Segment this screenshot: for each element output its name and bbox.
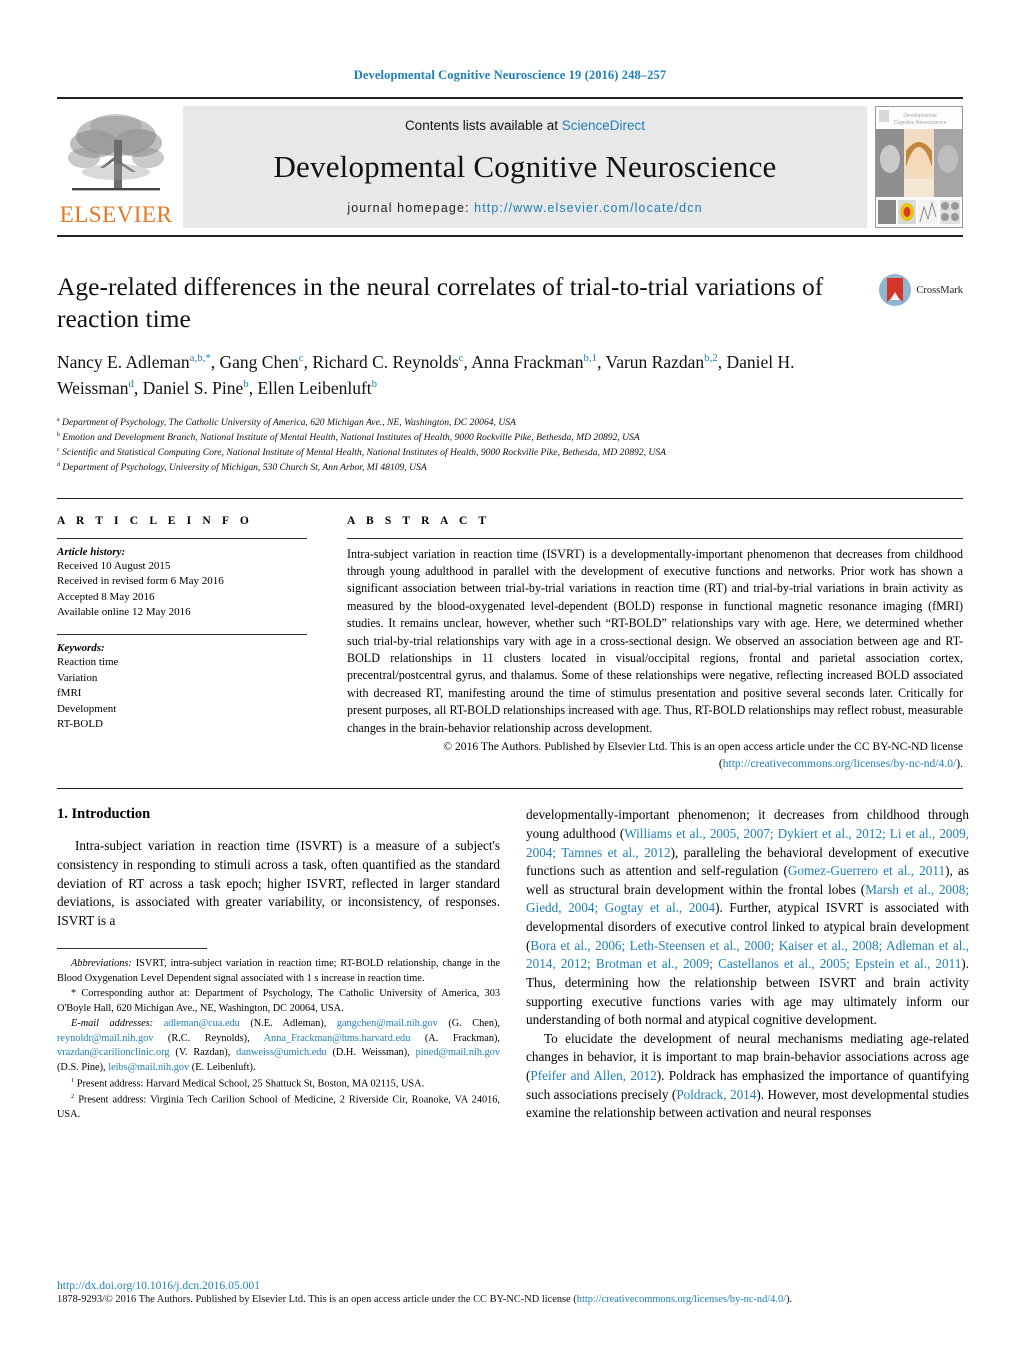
email-link[interactable]: leibs@mail.nih.gov (108, 1062, 189, 1073)
abstract-copyright: © 2016 The Authors. Published by Elsevie… (347, 739, 963, 772)
keyword-item: Development (57, 702, 117, 715)
running-head: Developmental Cognitive Neuroscience 19 … (353, 68, 667, 82)
footnote-emails: E-mail addresses: adleman@cua.edu (N.E. … (57, 1017, 500, 1076)
email-owner: (E. Leibenluft). (189, 1062, 256, 1074)
article-info-heading: A R T I C L E I N F O (57, 514, 253, 527)
abbreviations-label: Abbreviations: (71, 958, 132, 970)
email-owner: (N.E. Adleman), (239, 1017, 337, 1029)
present-address-2-text: Present address: Virginia Tech Carilion … (57, 1094, 500, 1121)
affiliation-b: b Emotion and Development Branch, Nation… (57, 431, 640, 444)
footer-license-link[interactable]: http://creativecommons.org/licenses/by-n… (577, 1294, 786, 1305)
journal-banner: ELSEVIER Contents lists available at Sci… (57, 97, 963, 237)
cover-artwork-icon: Developmental Cognitive Neuroscience (876, 107, 962, 227)
email-owner: (G. Chen), (437, 1017, 501, 1029)
email-link[interactable]: vrazdan@carilionclinic.org (57, 1047, 170, 1058)
abstract-license-link[interactable]: http://creativecommons.org/licenses/by-n… (723, 757, 957, 770)
email-link[interactable]: Anna_Frackman@hms.harvard.edu (264, 1033, 411, 1044)
footnote-abbreviations: Abbreviations: ISVRT, intra-subject vari… (57, 957, 500, 987)
email-link[interactable]: reynoldr@mail.nih.gov (57, 1033, 153, 1044)
doi-link[interactable]: http://dx.doi.org/10.1016/j.dcn.2016.05.… (57, 1279, 963, 1292)
title-block: Age-related differences in the neural co… (57, 271, 963, 476)
affiliation-d: d Department of Psychology, University o… (57, 462, 427, 474)
abstract-heading: A B S T R A C T (347, 514, 491, 527)
article-info-rule (57, 537, 307, 539)
keyword-item: Reaction time (57, 656, 119, 669)
abstract-body: Intra-subject variation in reaction time… (347, 546, 963, 735)
email-owner: (A. Frackman), (410, 1032, 501, 1044)
article-info-column: A R T I C L E I N F O Article history: R… (57, 515, 307, 773)
footnote-corresponding-author: * Corresponding author at: Department of… (57, 987, 500, 1017)
journal-homepage-line: journal homepage: http://www.elsevier.co… (347, 201, 702, 215)
journal-cover-thumbnail: Developmental Cognitive Neuroscience (875, 106, 963, 228)
info-abstract-region: A R T I C L E I N F O Article history: R… (57, 497, 963, 773)
email-owner: (D.H. Weissman), (326, 1047, 416, 1059)
page-footer: http://dx.doi.org/10.1016/j.dcn.2016.05.… (57, 1279, 963, 1307)
keywords-rule (57, 634, 307, 636)
abstract-rule (347, 537, 963, 539)
contents-line: Contents lists available at ScienceDirec… (405, 118, 645, 133)
elsevier-tree-icon (68, 114, 164, 191)
page-title: Age-related differences in the neural co… (57, 272, 824, 333)
article-history-line: Accepted 8 May 2016 (57, 590, 155, 603)
email-link[interactable]: pined@mail.nih.gov (416, 1047, 500, 1058)
article-page: Developmental Cognitive Neuroscience 19 … (0, 0, 1020, 1351)
footnote-separator (57, 948, 207, 950)
email-link[interactable]: danweiss@umich.edu (236, 1047, 326, 1058)
crossmark-icon (879, 274, 912, 306)
article-history-label: Article history: (57, 545, 126, 558)
right-paragraph-2: To elucidate the development of neural m… (526, 1030, 969, 1121)
elsevier-logo: ELSEVIER (57, 106, 175, 228)
footnote-present-address-1: 1 Present address: Harvard Medical Schoo… (57, 1076, 500, 1092)
svg-text:Cognitive Neuroscience: Cognitive Neuroscience (894, 120, 947, 126)
email-link[interactable]: gangchen@mail.nih.gov (337, 1018, 438, 1029)
article-history-line: Received in revised form 6 May 2016 (57, 575, 224, 588)
article-history-line: Available online 12 May 2016 (57, 606, 191, 619)
abstract-column: A B S T R A C T Intra-subject variation … (347, 515, 963, 773)
journal-homepage-link[interactable]: http://www.elsevier.com/locate/dcn (474, 201, 702, 215)
affiliation-list: a Department of Psychology, The Catholic… (57, 415, 963, 476)
present-address-1-text: Present address: Harvard Medical School,… (74, 1078, 425, 1090)
author-list: Nancy E. Adlemana,b,*, Gang Chenc, Richa… (57, 352, 795, 398)
corresponding-text: Corresponding author at: Department of P… (57, 988, 500, 1014)
homepage-prefix: journal homepage: (347, 201, 475, 215)
email-owner: (R.C. Reynolds), (153, 1032, 264, 1044)
contents-prefix: Contents lists available at (404, 118, 562, 133)
journal-name: Developmental Cognitive Neuroscience (273, 149, 777, 184)
banner-bottom-rule (57, 235, 963, 237)
keyword-item: RT-BOLD (57, 718, 103, 731)
email-owner: (D.S. Pine), (57, 1062, 109, 1074)
svg-text:Developmental: Developmental (903, 113, 936, 119)
section-heading-introduction: 1. Introduction (57, 806, 151, 823)
footer-copyright-prefix: 1878-9293/© 2016 The Authors. Published … (57, 1293, 577, 1305)
article-history-lines: Received 10 August 2015 Received in revis… (57, 559, 307, 621)
footer-copyright-tail: ). (786, 1293, 793, 1305)
footnote-present-address-2: 2 Present address: Virginia Tech Carilio… (57, 1092, 500, 1123)
keywords-label: Keywords: (57, 642, 105, 655)
keyword-item: fMRI (57, 687, 82, 700)
footer-copyright: 1878-9293/© 2016 The Authors. Published … (57, 1293, 963, 1307)
email-addresses-label: E-mail addresses: (71, 1017, 154, 1029)
crossmark-badge[interactable]: CrossMark (878, 273, 963, 307)
affiliation-a: a Department of Psychology, The Catholic… (57, 416, 516, 428)
keyword-lines: Reaction time Variation fMRI Development RT-… (57, 655, 307, 733)
abstract-copyright-tail: ). (956, 756, 963, 770)
banner-center: Contents lists available at ScienceDirec… (183, 106, 867, 228)
intro-paragraph-1: Intra-subject variation in reaction time… (57, 838, 500, 928)
body-right-column: developmentally-important phenomenon; it… (526, 806, 969, 1123)
body-left-column: 1. Introduction Intra-subject variation … (57, 806, 500, 1123)
article-history-line: Received 10 August 2015 (57, 559, 171, 572)
body-region: 1. Introduction Intra-subject variation … (57, 788, 969, 1123)
crossmark-label: CrossMark (916, 284, 963, 296)
sciencedirect-link[interactable]: ScienceDirect (562, 118, 645, 133)
email-link[interactable]: adleman@cua.edu (164, 1018, 240, 1029)
right-paragraph-1: developmentally-important phenomenon; it… (526, 807, 969, 1028)
elsevier-wordmark: ELSEVIER (59, 202, 173, 227)
affiliation-c: c Scientific and Statistical Computing C… (57, 447, 667, 459)
keyword-item: Variation (57, 671, 98, 684)
email-owner: (V. Razdan), (169, 1047, 237, 1059)
